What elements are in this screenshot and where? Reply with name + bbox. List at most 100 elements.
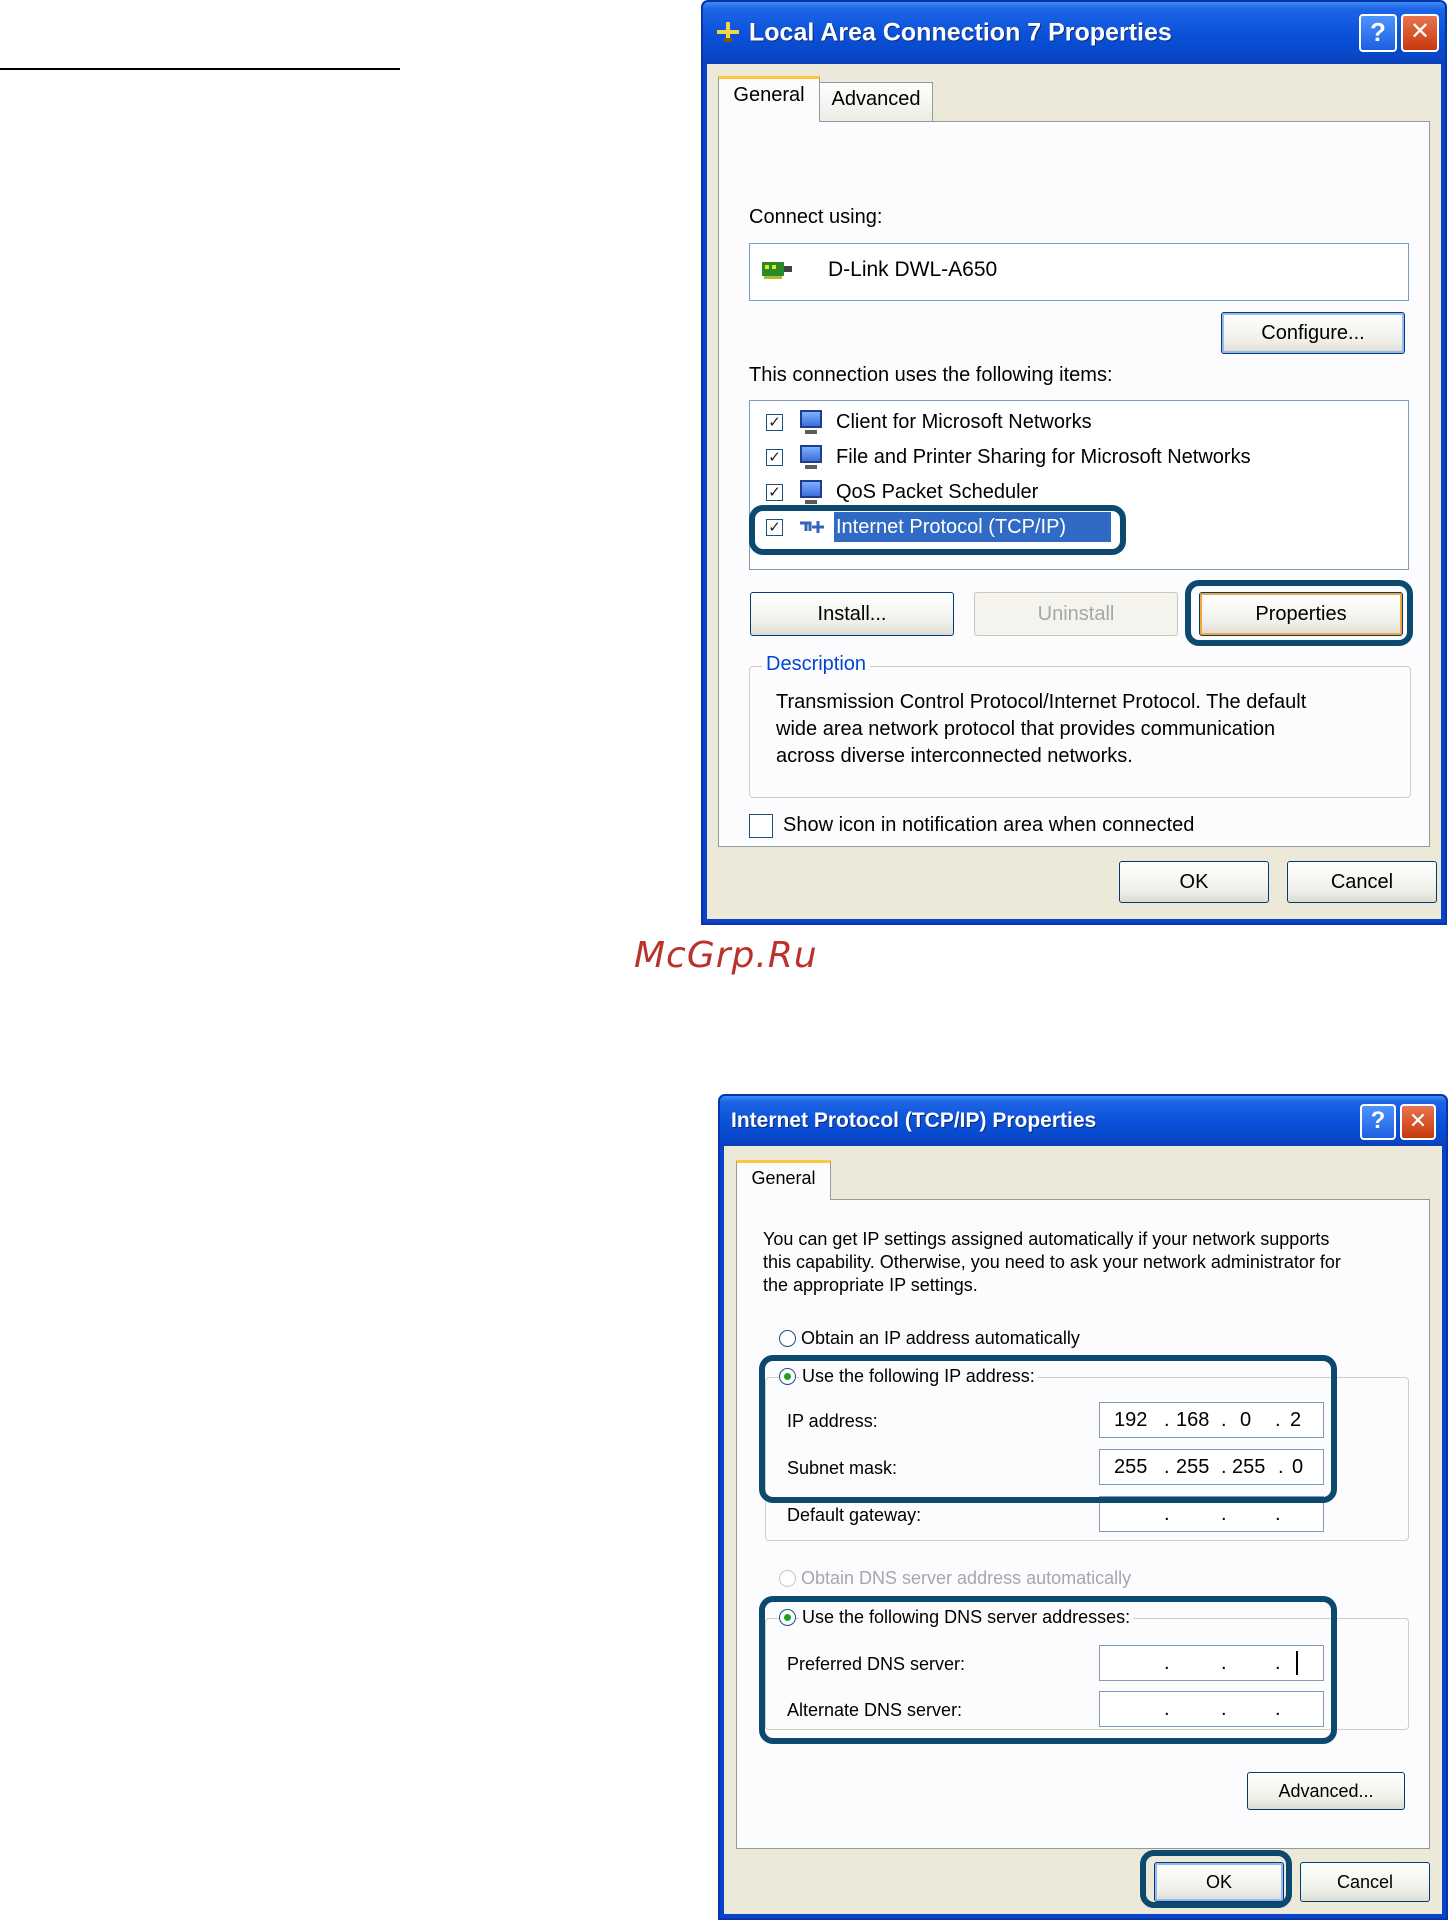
item-label: Client for Microsoft Networks	[836, 411, 1092, 433]
ip-octet: 255	[1114, 1456, 1148, 1478]
button-label: Cancel	[1330, 871, 1394, 893]
list-item-selected[interactable]: ✓ Internet Protocol (TCP/IP)	[750, 512, 1390, 542]
ip-octet: 255	[1176, 1456, 1210, 1478]
description-line: Transmission Control Protocol/Internet P…	[776, 691, 1307, 713]
button-label: Properties	[1255, 603, 1347, 625]
item-checkbox[interactable]: ✓	[766, 449, 783, 466]
subnet-mask-field[interactable]: 255 . 255 . 255 . 0	[1099, 1449, 1324, 1485]
ip-octet: 0	[1240, 1409, 1252, 1431]
adapter-box: D-Link DWL-A650	[749, 243, 1409, 301]
obtain-ip-auto-label: Obtain an IP address automatically	[801, 1328, 1080, 1348]
intro-line: You can get IP settings assigned automat…	[763, 1229, 1330, 1249]
default-gateway-label: Default gateway:	[787, 1505, 922, 1525]
network-adapter-icon	[762, 260, 792, 280]
top-rule	[0, 68, 400, 70]
button-label: Cancel	[1336, 1872, 1394, 1892]
ok-button[interactable]: OK	[1119, 861, 1269, 903]
description-text: Transmission Control Protocol/Internet P…	[776, 689, 1306, 770]
tab-label: General	[733, 84, 805, 106]
use-following-ip-radio[interactable]	[779, 1368, 796, 1385]
ok-button[interactable]: OK	[1154, 1862, 1284, 1902]
tab-general[interactable]: General	[736, 1160, 831, 1200]
close-button[interactable]: ✕	[1400, 1104, 1436, 1140]
connect-using-label: Connect using:	[749, 206, 883, 228]
button-label: Install...	[817, 603, 887, 625]
ip-octet: 168	[1176, 1409, 1210, 1431]
show-icon-checkbox[interactable]	[749, 814, 773, 838]
qos-icon	[800, 480, 822, 504]
ip-dot: .	[1275, 1409, 1281, 1431]
list-item[interactable]: ✓ QoS Packet Scheduler	[750, 477, 1390, 507]
tcpip-properties-dialog: Internet Protocol (TCP/IP) Properties ? …	[718, 1094, 1448, 1920]
button-label: Advanced...	[1278, 1781, 1374, 1801]
adapter-name: D-Link DWL-A650	[828, 258, 998, 281]
ip-address-field[interactable]: 192 . 168 . 0 . 2	[1099, 1402, 1324, 1438]
tab-general[interactable]: General	[718, 76, 820, 122]
description-title: Description	[762, 653, 871, 676]
obtain-dns-auto-label: Obtain DNS server address automatically	[801, 1568, 1132, 1588]
close-icon: ✕	[1409, 18, 1431, 45]
dialog-client-area: General Advanced Connect using: D-Link D…	[707, 64, 1441, 919]
ip-dot: .	[1221, 1503, 1227, 1525]
item-checkbox[interactable]: ✓	[766, 414, 783, 431]
components-list[interactable]: ✓ Client for Microsoft Networks ✓ File a…	[749, 400, 1409, 570]
default-gateway-field[interactable]: . . .	[1099, 1496, 1324, 1532]
protocol-icon	[798, 517, 826, 537]
close-button[interactable]: ✕	[1401, 14, 1439, 52]
ip-dot: .	[1278, 1456, 1284, 1478]
tab-label: Advanced	[831, 88, 921, 110]
uninstall-button[interactable]: Uninstall	[974, 592, 1178, 636]
item-label: Internet Protocol (TCP/IP)	[836, 516, 1067, 538]
ip-dot: .	[1275, 1503, 1281, 1525]
lan-properties-dialog: Local Area Connection 7 Properties ? ✕ G…	[701, 0, 1447, 925]
tab-advanced[interactable]: Advanced	[819, 82, 933, 122]
general-tab-panel: You can get IP settings assigned automat…	[736, 1199, 1430, 1849]
item-checkbox[interactable]: ✓	[766, 484, 783, 501]
network-connection-icon	[715, 20, 741, 44]
ip-octet: 192	[1114, 1409, 1148, 1431]
ip-dot: .	[1221, 1652, 1227, 1674]
install-button[interactable]: Install...	[750, 592, 954, 636]
description-group: Description Transmission Control Protoco…	[749, 653, 1411, 798]
ip-address-label: IP address:	[787, 1411, 878, 1431]
button-label: OK	[1179, 871, 1209, 893]
button-label: Uninstall	[1037, 603, 1115, 625]
watermark: McGrp.Ru	[634, 935, 818, 976]
cancel-button[interactable]: Cancel	[1287, 861, 1437, 903]
ip-octet: 2	[1290, 1409, 1302, 1431]
window-title: Internet Protocol (TCP/IP) Properties	[731, 1109, 1097, 1132]
subnet-mask-label: Subnet mask:	[787, 1458, 898, 1478]
list-item[interactable]: ✓ File and Printer Sharing for Microsoft…	[750, 442, 1390, 472]
close-icon: ✕	[1408, 1108, 1428, 1133]
properties-button[interactable]: Properties	[1199, 592, 1403, 636]
ip-dot: .	[1164, 1652, 1170, 1674]
preferred-dns-field[interactable]: . . .	[1099, 1645, 1324, 1681]
alternate-dns-field[interactable]: . . .	[1099, 1691, 1324, 1727]
titlebar[interactable]: Internet Protocol (TCP/IP) Properties ? …	[720, 1096, 1446, 1146]
cancel-button[interactable]: Cancel	[1300, 1862, 1430, 1902]
ip-dot: .	[1164, 1698, 1170, 1720]
obtain-ip-auto-radio[interactable]	[779, 1330, 796, 1347]
help-icon: ?	[1370, 17, 1386, 47]
item-label: File and Printer Sharing for Microsoft N…	[836, 446, 1251, 468]
list-item[interactable]: ✓ Client for Microsoft Networks	[750, 407, 1390, 437]
use-following-dns-label: Use the following DNS server addresses:	[799, 1607, 1134, 1628]
ip-dot: .	[1221, 1456, 1227, 1478]
text-cursor	[1296, 1651, 1298, 1675]
titlebar[interactable]: Local Area Connection 7 Properties ? ✕	[703, 2, 1445, 64]
use-following-ip-label: Use the following IP address:	[799, 1366, 1038, 1387]
advanced-button[interactable]: Advanced...	[1247, 1772, 1405, 1810]
configure-button[interactable]: Configure...	[1221, 312, 1405, 354]
help-button[interactable]: ?	[1359, 14, 1397, 52]
item-checkbox[interactable]: ✓	[766, 519, 783, 536]
description-line: wide area network protocol that provides…	[776, 718, 1276, 740]
show-icon-label: Show icon in notification area when conn…	[783, 814, 1195, 836]
preferred-dns-label: Preferred DNS server:	[787, 1654, 966, 1674]
intro-line: this capability. Otherwise, you need to …	[763, 1252, 1341, 1272]
obtain-dns-auto-radio[interactable]	[779, 1570, 796, 1587]
button-label: OK	[1205, 1872, 1232, 1892]
file-sharing-icon	[800, 445, 822, 469]
help-button[interactable]: ?	[1360, 1104, 1396, 1140]
use-following-dns-radio[interactable]	[779, 1609, 796, 1626]
alternate-dns-label: Alternate DNS server:	[787, 1700, 963, 1720]
